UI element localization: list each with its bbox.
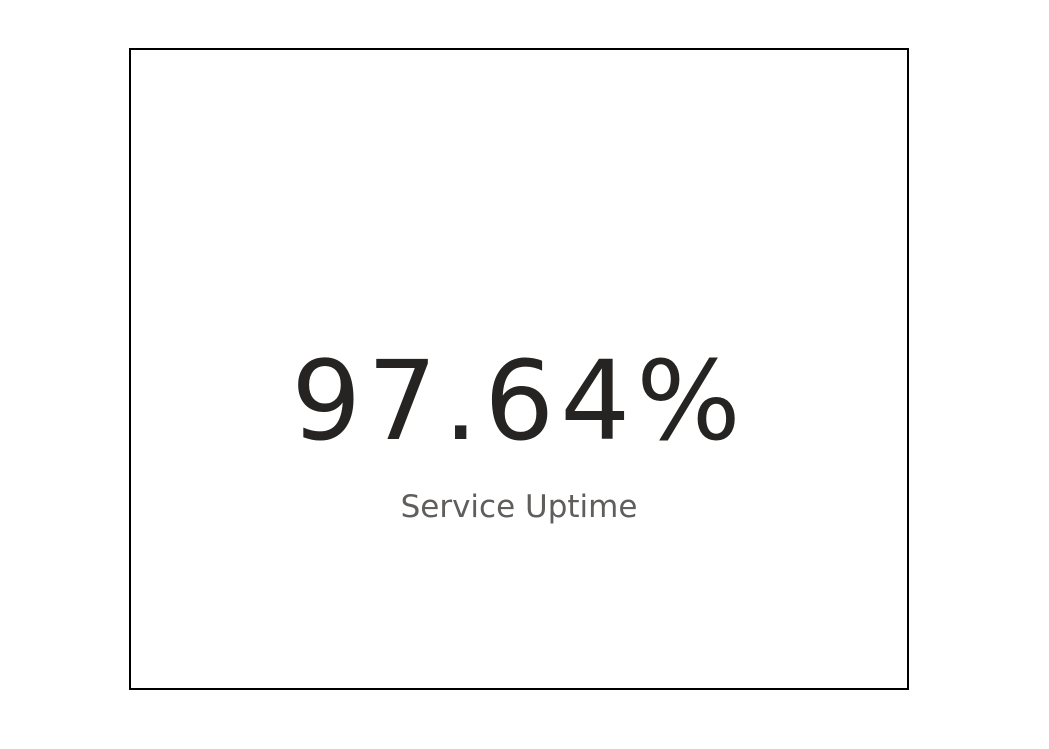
kpi-label: Service Uptime: [400, 489, 638, 525]
kpi-value: 97.64%: [291, 337, 747, 465]
kpi-card: 97.64% Service Uptime: [129, 48, 909, 690]
